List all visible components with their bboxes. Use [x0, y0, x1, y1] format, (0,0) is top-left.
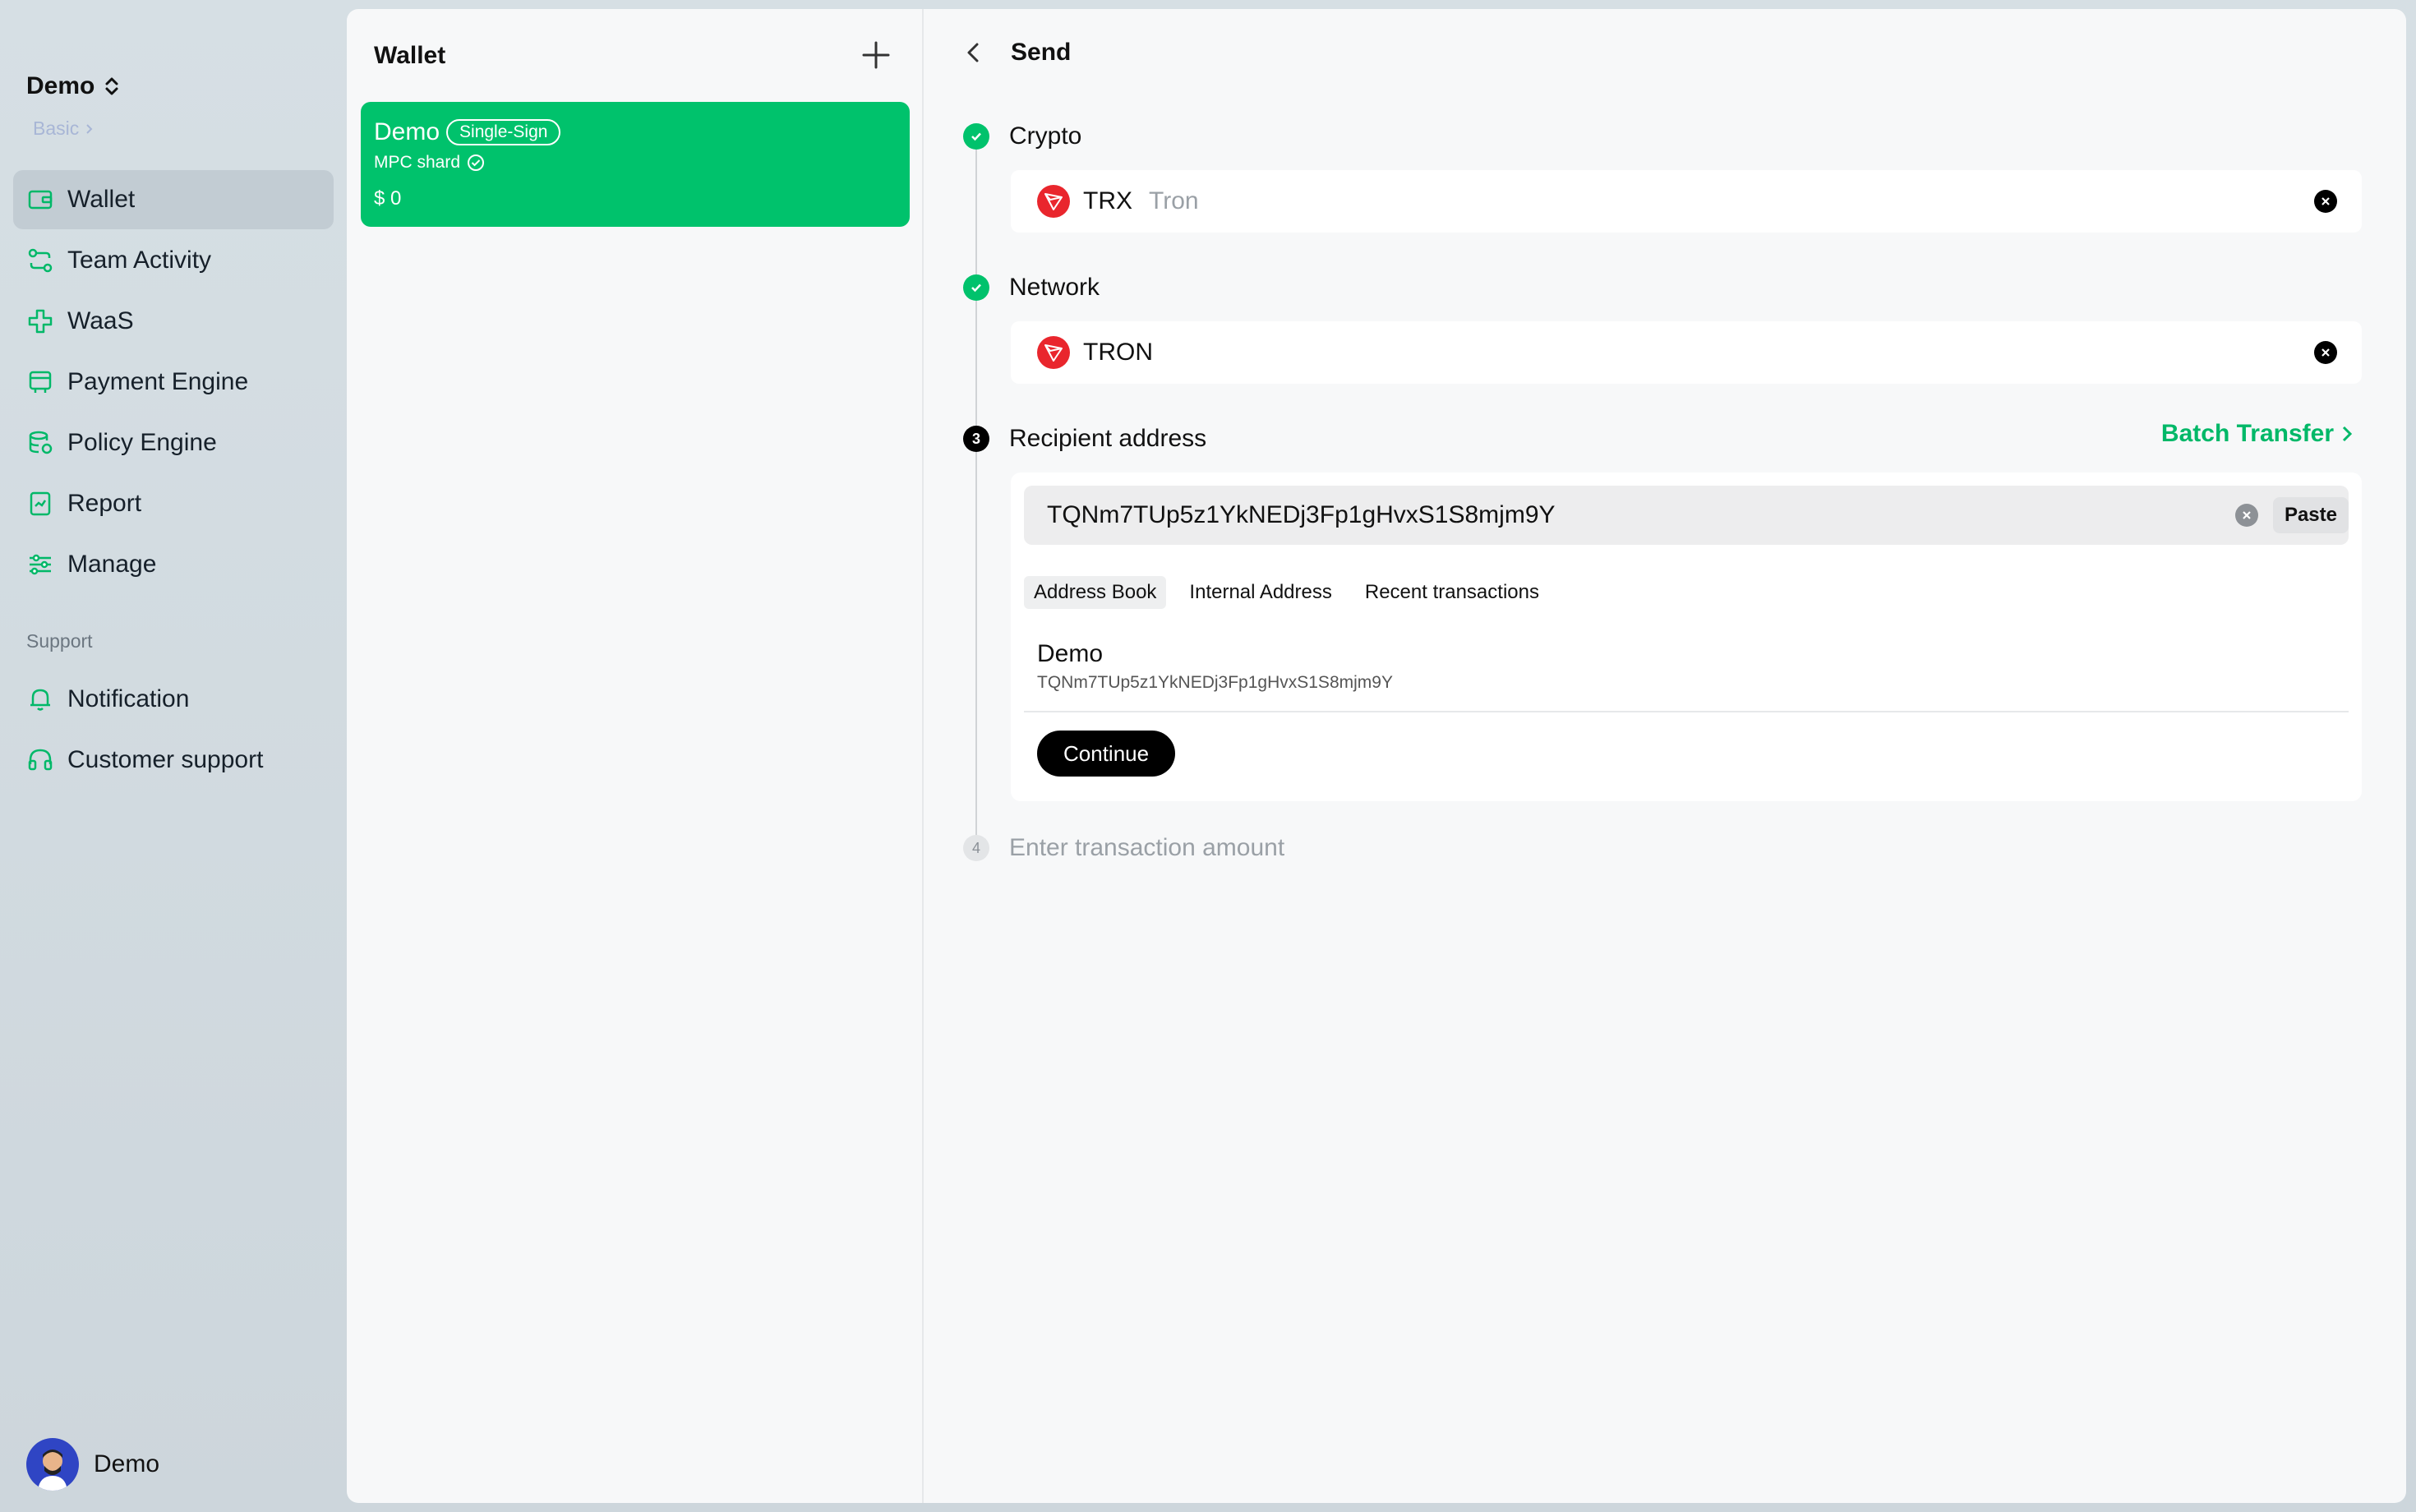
nav-item-report[interactable]: Report — [13, 474, 334, 533]
nav-item-policy-engine[interactable]: Policy Engine — [13, 413, 334, 472]
step-recipient: 3 Recipient address — [963, 425, 1206, 453]
org-switcher[interactable]: Demo — [26, 72, 121, 100]
support-heading: Support — [26, 630, 93, 652]
network-select[interactable]: TRON — [1011, 321, 2362, 384]
wallet-type-badge: Single-Sign — [446, 119, 561, 145]
clear-input-icon[interactable] — [2235, 504, 2258, 527]
wallet-panel: Wallet Demo Single-Sign MPC shard $ 0 — [347, 9, 924, 1503]
wallet-panel-title: Wallet — [374, 42, 446, 69]
chevron-updown-icon — [105, 77, 118, 95]
nav-item-wallet[interactable]: Wallet — [13, 170, 334, 229]
nav-item-notification[interactable]: Notification — [13, 670, 334, 729]
step-network: Network — [963, 274, 1100, 302]
waas-icon — [28, 309, 53, 334]
nav-label: Manage — [67, 551, 157, 578]
nav-item-manage[interactable]: Manage — [13, 535, 334, 594]
batch-transfer-label: Batch Transfer — [2160, 420, 2334, 447]
batch-transfer-link[interactable]: Batch Transfer — [2161, 420, 2354, 448]
team-activity-icon — [28, 248, 53, 273]
check-icon — [963, 274, 989, 301]
wallet-icon — [28, 190, 53, 210]
nav-label: Wallet — [67, 186, 136, 213]
nav-item-team-activity[interactable]: Team Activity — [13, 231, 334, 290]
step-label: Crypto — [1009, 122, 1082, 150]
step-label: Network — [1009, 274, 1100, 301]
crypto-symbol: TRX — [1083, 187, 1132, 214]
plan-link[interactable]: Basic — [33, 118, 94, 140]
org-name: Demo — [26, 72, 95, 99]
nav-item-customer-support[interactable]: Customer support — [13, 731, 334, 790]
tab-internal-address[interactable]: Internal Address — [1179, 576, 1341, 609]
payment-engine-icon — [29, 371, 52, 393]
sidebar: Demo Basic Wallet Team Activity WaaS Pay… — [0, 0, 345, 1512]
chevron-right-icon — [2342, 426, 2353, 442]
chevron-right-icon — [86, 123, 93, 134]
nav-label: Notification — [67, 685, 190, 712]
tab-address-book[interactable]: Address Book — [1024, 576, 1167, 609]
address-source-tabs: Address Book Internal Address Recent tra… — [1024, 576, 1549, 609]
network-name: TRON — [1083, 339, 1153, 366]
address-book-entry-name[interactable]: Demo — [1037, 640, 1103, 668]
send-panel: Send Crypto TRX Tron Network TRON 3 Reci… — [924, 9, 2406, 1503]
wallet-balance: $ 0 — [374, 187, 402, 210]
plus-icon[interactable] — [860, 39, 892, 71]
step-number: 3 — [963, 426, 989, 452]
back-arrow-icon[interactable] — [963, 40, 983, 65]
nav-label: WaaS — [67, 307, 134, 334]
tron-logo-icon — [1037, 336, 1070, 369]
avatar — [26, 1438, 79, 1491]
check-circle-icon — [468, 154, 485, 171]
bell-icon — [30, 689, 50, 711]
report-icon — [30, 491, 51, 516]
step-number: 4 — [963, 835, 989, 861]
nav-label: Team Activity — [67, 247, 212, 274]
nav-item-waas[interactable]: WaaS — [13, 292, 334, 351]
wallet-card[interactable]: Demo Single-Sign MPC shard $ 0 — [361, 102, 910, 227]
recipient-box: TQNm7TUp5z1YkNEDj3Fp1gHvxS1S8mjm9Y Paste… — [1011, 472, 2362, 801]
step-amount: 4 Enter transaction amount — [963, 834, 1284, 862]
plan-label: Basic — [33, 118, 80, 139]
nav-label: Policy Engine — [67, 429, 217, 456]
recipient-address-input[interactable]: TQNm7TUp5z1YkNEDj3Fp1gHvxS1S8mjm9Y — [1024, 486, 2349, 545]
user-name: Demo — [94, 1450, 160, 1477]
tab-recent-transactions[interactable]: Recent transactions — [1355, 576, 1549, 609]
policy-engine-icon — [29, 431, 53, 454]
headset-icon — [28, 749, 53, 771]
wallet-key-type: MPC shard — [374, 153, 461, 172]
nav-label: Report — [67, 490, 142, 517]
page-title: Send — [1011, 39, 1072, 66]
step-label: Recipient address — [1009, 425, 1207, 452]
crypto-name: Tron — [1149, 187, 1199, 214]
user-profile[interactable]: Demo — [26, 1438, 159, 1491]
clear-icon[interactable] — [2314, 190, 2337, 213]
step-connector — [975, 147, 977, 837]
step-crypto: Crypto — [963, 122, 1081, 150]
manage-icon — [30, 554, 51, 575]
address-book-entry-address[interactable]: TQNm7TUp5z1YkNEDj3Fp1gHvxS1S8mjm9Y — [1037, 673, 1393, 693]
crypto-select[interactable]: TRX Tron — [1011, 170, 2362, 233]
continue-button[interactable]: Continue — [1037, 731, 1176, 777]
nav-item-payment-engine[interactable]: Payment Engine — [13, 353, 334, 412]
paste-button[interactable]: Paste — [2272, 497, 2349, 533]
tron-logo-icon — [1037, 185, 1070, 218]
nav-label: Payment Engine — [67, 368, 249, 395]
check-icon — [963, 123, 989, 150]
clear-icon[interactable] — [2314, 341, 2337, 364]
step-label: Enter transaction amount — [1009, 834, 1285, 861]
main-nav: Wallet Team Activity WaaS Payment Engine… — [13, 170, 334, 596]
nav-label: Customer support — [67, 746, 264, 773]
divider — [1024, 711, 2349, 712]
support-nav: Notification Customer support — [13, 670, 334, 791]
wallet-name: Demo — [374, 118, 440, 145]
